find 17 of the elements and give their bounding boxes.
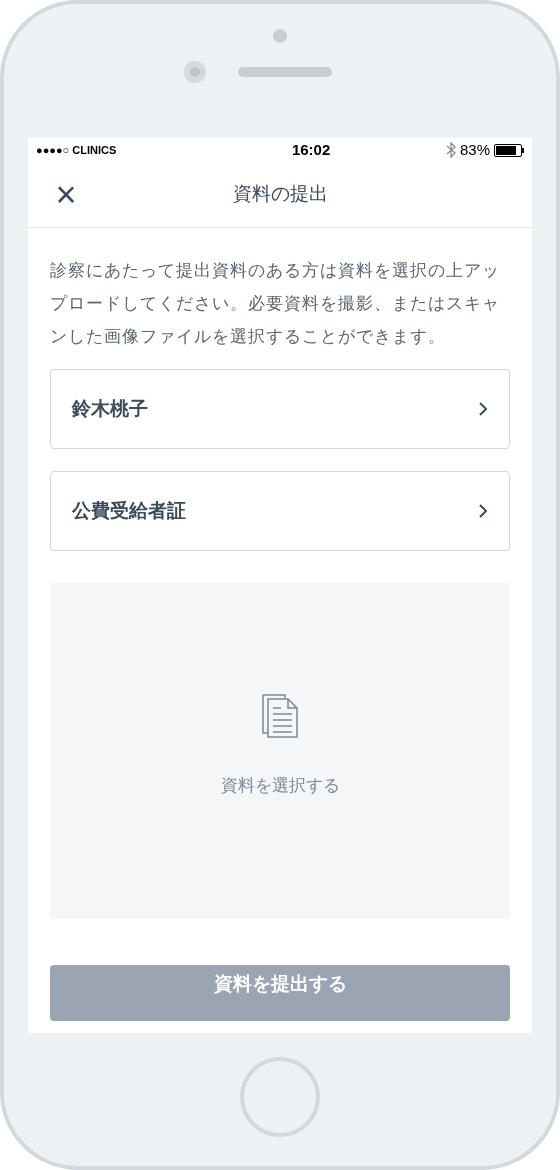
battery-percent: 83% (459, 139, 490, 160)
speaker-icon (238, 67, 332, 77)
document-item[interactable]: 鈴木桃子 (50, 369, 510, 449)
home-button[interactable] (240, 1056, 320, 1137)
clock-time: 16:02 (291, 139, 331, 160)
camera-icon (184, 61, 206, 83)
document-icon (261, 693, 299, 740)
battery-icon (494, 143, 524, 157)
chevron-right-icon (478, 401, 488, 417)
page-title: 資料の提出 (232, 182, 328, 207)
close-button[interactable]: × (50, 174, 82, 215)
bluetooth-icon (445, 142, 456, 158)
carrier-label: ●●●●○ CLINICS (36, 142, 117, 158)
sensor-icon (273, 29, 287, 43)
document-item[interactable]: 公費受給者証 (50, 471, 510, 551)
chevron-right-icon (478, 503, 488, 519)
instructions-text: 診察にあたって提出資料のある方は資料を選択の上アップロードしてください。必要資料を撮影、またはスキャンした画像ファイルを選択することができます。 (50, 260, 501, 348)
